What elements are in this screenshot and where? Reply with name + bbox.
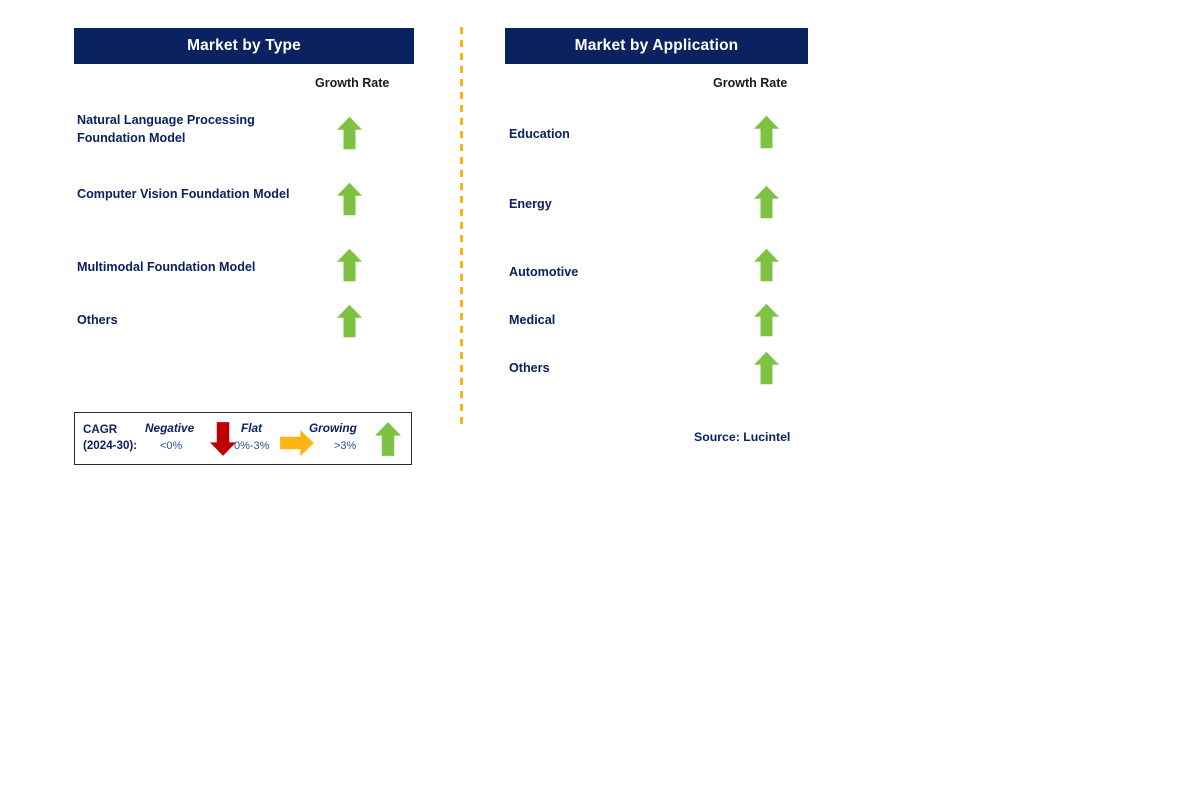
row-label: Others	[509, 361, 550, 375]
row-label: Energy	[509, 197, 552, 211]
panel-title-market-by-application: Market by Application	[505, 28, 808, 64]
legend-title-line-2: (2024-30):	[83, 438, 138, 452]
legend-value-flat: 0%-3%	[234, 440, 270, 452]
vertical-dashed-divider	[460, 27, 463, 427]
arrow-up-icon	[754, 349, 782, 392]
row-label: Computer Vision Foundation Model	[77, 187, 290, 201]
arrow-up-icon	[754, 113, 782, 156]
legend-term-flat: Flat	[241, 421, 262, 435]
row-label: Natural Language Processing Foundation M…	[77, 113, 255, 145]
legend-title: CAGR (2024-30):	[83, 422, 137, 454]
arrow-up-icon	[754, 301, 782, 344]
legend-title-line-1: CAGR	[83, 423, 118, 436]
growth-rate-column-header: Growth Rate	[315, 76, 390, 90]
cagr-legend: CAGR (2024-30): Negative <0% Flat 0%-3% …	[74, 412, 412, 465]
row-label: Education	[509, 127, 570, 141]
legend-value-negative: <0%	[160, 440, 183, 452]
row-label: Multimodal Foundation Model	[77, 260, 256, 274]
growth-rate-column-header: Growth Rate	[713, 76, 788, 90]
arrow-up-icon	[337, 246, 365, 289]
panel-title-market-by-type: Market by Type	[74, 28, 414, 64]
legend-term-growing: Growing	[309, 421, 357, 435]
legend-value-growing: >3%	[334, 440, 357, 452]
row-label: Medical	[509, 313, 556, 327]
legend-term-negative: Negative	[145, 421, 195, 435]
arrow-up-icon	[754, 246, 782, 289]
row-label: Others	[77, 313, 118, 327]
arrow-up-icon	[337, 180, 365, 223]
arrow-up-icon	[754, 183, 782, 226]
arrow-up-icon	[337, 114, 365, 157]
arrow-down-icon	[210, 419, 236, 464]
arrow-up-icon	[337, 302, 365, 345]
row-label: Automotive	[509, 265, 579, 279]
arrow-up-icon	[375, 419, 401, 464]
source-note: Source: Lucintel	[694, 430, 791, 444]
